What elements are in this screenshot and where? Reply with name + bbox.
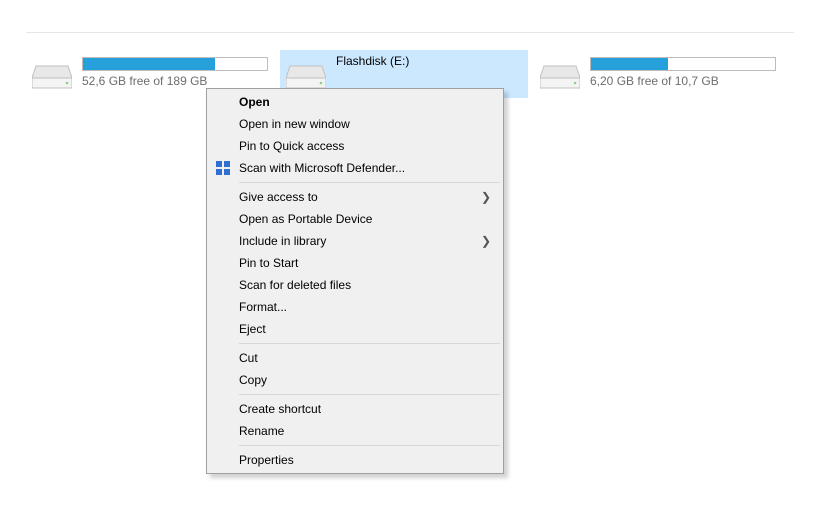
menu-label: Open (239, 95, 270, 109)
menu-separator (239, 343, 500, 344)
menu-label: Format... (239, 300, 287, 314)
menu-label: Cut (239, 351, 258, 365)
menu-scan-defender[interactable]: Scan with Microsoft Defender... (209, 157, 501, 179)
menu-label: Create shortcut (239, 402, 321, 416)
drive-body: 6,20 GB free of 10,7 GB (590, 54, 776, 88)
menu-label: Give access to (239, 190, 318, 204)
menu-label: Pin to Start (239, 256, 298, 270)
menu-cut[interactable]: Cut (209, 347, 501, 369)
menu-label: Include in library (239, 234, 326, 248)
drive-item[interactable]: 6,20 GB free of 10,7 GB (534, 50, 782, 98)
defender-icon (215, 160, 231, 176)
drive-usage-fill (591, 58, 668, 70)
menu-scan-deleted[interactable]: Scan for deleted files (209, 274, 501, 296)
menu-create-shortcut[interactable]: Create shortcut (209, 398, 501, 420)
menu-label: Open in new window (239, 117, 350, 131)
drive-usage-fill (83, 58, 215, 70)
drive-body: 52,6 GB free of 189 GB (82, 54, 268, 88)
drive-icon (32, 64, 72, 92)
menu-label: Scan for deleted files (239, 278, 351, 292)
drive-body: Flashdisk (E:) (336, 54, 522, 71)
menu-label: Scan with Microsoft Defender... (239, 161, 405, 175)
menu-give-access-to[interactable]: Give access to ❯ (209, 186, 501, 208)
menu-separator (239, 182, 500, 183)
drive-icon (540, 64, 580, 92)
menu-eject[interactable]: Eject (209, 318, 501, 340)
menu-label: Pin to Quick access (239, 139, 344, 153)
menu-open[interactable]: Open (209, 91, 501, 113)
drive-usage-bar (590, 57, 776, 71)
menu-label: Copy (239, 373, 267, 387)
menu-pin-to-start[interactable]: Pin to Start (209, 252, 501, 274)
menu-copy[interactable]: Copy (209, 369, 501, 391)
menu-properties[interactable]: Properties (209, 449, 501, 471)
menu-label: Properties (239, 453, 294, 467)
menu-separator (239, 445, 500, 446)
menu-rename[interactable]: Rename (209, 420, 501, 442)
menu-separator (239, 394, 500, 395)
menu-pin-quick-access[interactable]: Pin to Quick access (209, 135, 501, 157)
drive-subtext: 6,20 GB free of 10,7 GB (590, 74, 776, 88)
drive-usage-bar (82, 57, 268, 71)
submenu-arrow-icon: ❯ (481, 234, 491, 248)
menu-label: Eject (239, 322, 266, 336)
drive-subtext: 52,6 GB free of 189 GB (82, 74, 268, 88)
menu-label: Rename (239, 424, 284, 438)
context-menu: Open Open in new window Pin to Quick acc… (206, 88, 504, 474)
submenu-arrow-icon: ❯ (481, 190, 491, 204)
drive-label: Flashdisk (E:) (336, 54, 522, 68)
menu-label: Open as Portable Device (239, 212, 372, 226)
menu-format[interactable]: Format... (209, 296, 501, 318)
menu-open-new-window[interactable]: Open in new window (209, 113, 501, 135)
menu-open-portable[interactable]: Open as Portable Device (209, 208, 501, 230)
divider (26, 32, 794, 33)
menu-include-in-library[interactable]: Include in library ❯ (209, 230, 501, 252)
